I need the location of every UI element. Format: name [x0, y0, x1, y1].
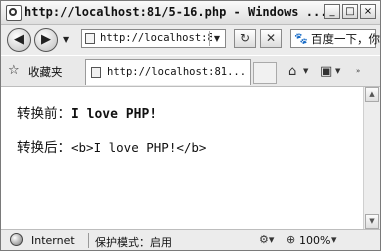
- new-tab-button[interactable]: [253, 62, 277, 84]
- zone-label: Internet: [31, 234, 75, 247]
- security-icon[interactable]: ⚙▾: [259, 233, 274, 246]
- browser-window: http://localhost:81/5-16.php - Windows .…: [0, 0, 381, 251]
- vertical-scrollbar[interactable]: ▲ ▼: [363, 87, 380, 229]
- baidu-paw-icon: 🐾: [294, 32, 308, 45]
- page-content: 转换前：I love PHP! 转换后：<b>I love PHP!</b>: [1, 87, 363, 229]
- home-icon[interactable]: ⌂: [288, 64, 296, 79]
- stop-icon: ✕: [265, 31, 277, 45]
- refresh-button[interactable]: ↻: [234, 29, 256, 48]
- close-button[interactable]: ×: [360, 4, 376, 19]
- title-bar: http://localhost:81/5-16.php - Windows .…: [1, 1, 380, 25]
- navigation-bar: ◀ ▶ ▼ http://localhost:8 ▼ ↻ ✕ 🐾 百度一下，你: [1, 25, 380, 55]
- feeds-dropdown-icon[interactable]: ▼: [335, 67, 340, 75]
- scroll-up-icon[interactable]: ▲: [365, 87, 379, 102]
- search-box[interactable]: 🐾 百度一下，你: [290, 29, 380, 48]
- page-icon: [85, 33, 95, 44]
- address-bar[interactable]: http://localhost:8 ▼: [81, 29, 226, 48]
- protected-mode-label: 保护模式：启用: [95, 236, 172, 249]
- forward-button[interactable]: ▶: [34, 28, 58, 52]
- back-button[interactable]: ◀: [7, 28, 31, 52]
- after-label: 转换后：: [17, 140, 71, 156]
- before-value: I love PHP!: [71, 107, 158, 122]
- magnifier-icon[interactable]: ⊕: [286, 233, 295, 246]
- ie-logo-icon: [6, 5, 22, 21]
- window-title: http://localhost:81/5-16.php - Windows .…: [24, 5, 328, 19]
- address-input[interactable]: http://localhost:8: [100, 32, 212, 44]
- home-dropdown-icon[interactable]: ▼: [303, 67, 308, 75]
- tab-label: http://localhost:81...: [107, 66, 247, 78]
- globe-icon: [10, 233, 23, 246]
- after-value: <b>I love PHP!</b>: [71, 140, 207, 155]
- forward-arrow-icon: ▶: [41, 32, 51, 47]
- tab-bar: ☆ 收藏夹 http://localhost:81... ⌂ ▼ ▣ ▼ »: [1, 56, 380, 87]
- scroll-down-icon[interactable]: ▼: [365, 214, 379, 229]
- status-divider: [88, 233, 89, 248]
- history-dropdown-icon[interactable]: ▼: [63, 35, 69, 44]
- more-tools-icon[interactable]: »: [356, 67, 360, 75]
- search-input[interactable]: 百度一下，你: [311, 31, 380, 47]
- page-icon: [91, 67, 101, 78]
- star-icon: ☆: [8, 63, 20, 78]
- stop-button[interactable]: ✕: [260, 29, 282, 48]
- maximize-button[interactable]: □: [342, 4, 358, 19]
- after-line: 转换后：<b>I love PHP!</b>: [17, 136, 206, 156]
- before-label: 转换前：: [17, 106, 71, 122]
- rss-icon[interactable]: ▣: [320, 64, 332, 79]
- zoom-dropdown-icon[interactable]: ▾: [331, 233, 337, 246]
- zoom-level[interactable]: 100%: [299, 234, 330, 247]
- status-bar: Internet 保护模式：启用 ⚙▾ ⊕ 100% ▾: [1, 229, 380, 250]
- back-arrow-icon: ◀: [14, 32, 24, 47]
- favorites-button[interactable]: 收藏夹: [28, 64, 63, 80]
- tab-active[interactable]: http://localhost:81...: [85, 59, 251, 85]
- refresh-icon: ↻: [239, 31, 251, 45]
- minimize-button[interactable]: _: [324, 4, 340, 19]
- before-line: 转换前：I love PHP!: [17, 102, 157, 122]
- address-dropdown-icon[interactable]: ▼: [209, 31, 224, 46]
